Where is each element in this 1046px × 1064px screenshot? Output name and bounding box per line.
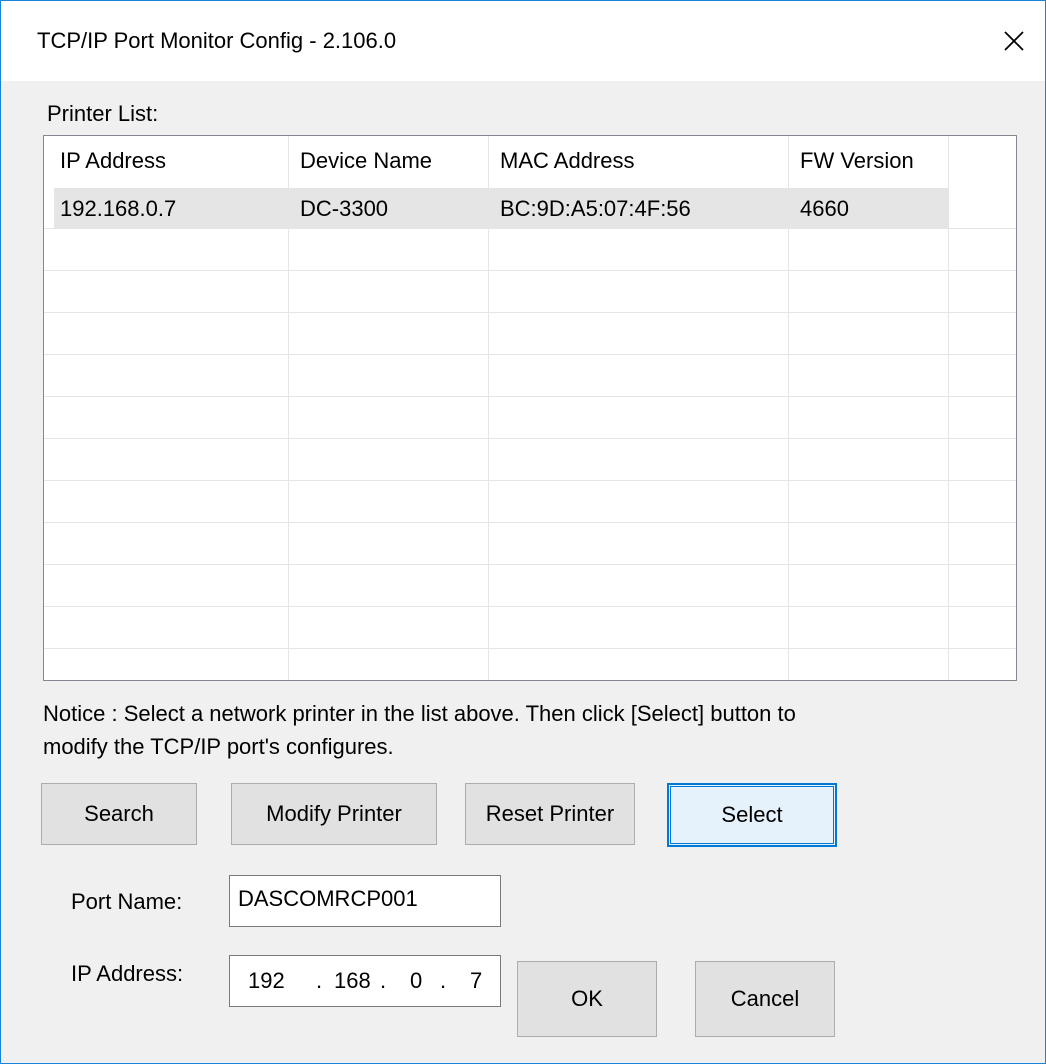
row-divider — [44, 270, 1016, 271]
close-button[interactable] — [983, 1, 1045, 81]
printer-list[interactable]: IP Address Device Name MAC Address FW Ve… — [43, 135, 1017, 681]
ip-octet-1[interactable]: 192 — [248, 956, 285, 1006]
column-header-fw-version[interactable]: FW Version — [800, 148, 914, 174]
cell-mac-address: BC:9D:A5:07:4F:56 — [500, 196, 691, 221]
column-header-ip-address[interactable]: IP Address — [60, 148, 166, 174]
ip-address-label: IP Address: — [71, 961, 184, 986]
notice-line-2: modify the TCP/IP port's configures. — [43, 734, 394, 759]
column-divider — [488, 136, 489, 680]
column-divider — [288, 136, 289, 680]
window-title: TCP/IP Port Monitor Config - 2.106.0 — [37, 28, 397, 53]
cell-fw-version: 4660 — [800, 196, 849, 221]
notice-line-1: Notice : Select a network printer in the… — [43, 701, 796, 726]
ip-octet-2[interactable]: 168 — [334, 956, 371, 1006]
list-header: IP Address Device Name MAC Address FW Ve… — [44, 136, 1016, 188]
cell-device-name: DC-3300 — [300, 196, 389, 221]
row-divider — [44, 438, 1016, 439]
row-divider — [44, 522, 1016, 523]
printer-list-label: Printer List: — [47, 101, 159, 126]
select-button[interactable]: Select — [667, 783, 837, 847]
modify-printer-button[interactable]: Modify Printer — [231, 783, 437, 845]
row-divider — [44, 396, 1016, 397]
title-bar: TCP/IP Port Monitor Config - 2.106.0 — [1, 1, 1045, 81]
row-divider — [44, 606, 1016, 607]
search-button[interactable]: Search — [41, 783, 197, 845]
dialog-window: TCP/IP Port Monitor Config - 2.106.0 Pri… — [0, 0, 1046, 1064]
port-name-label: Port Name: — [71, 889, 183, 914]
ok-button[interactable]: OK — [517, 961, 657, 1037]
ip-octet-3[interactable]: 0 — [410, 956, 422, 1006]
column-header-mac-address[interactable]: MAC Address — [500, 148, 635, 174]
close-icon — [1004, 31, 1024, 51]
cancel-button[interactable]: Cancel — [695, 961, 835, 1037]
row-divider — [44, 312, 1016, 313]
row-divider — [44, 564, 1016, 565]
row-divider — [44, 480, 1016, 481]
ip-dot-2: . — [380, 968, 387, 993]
column-header-device-name[interactable]: Device Name — [300, 148, 432, 174]
ip-octet-4[interactable]: 7 — [470, 956, 482, 1006]
column-divider — [788, 136, 789, 680]
row-divider — [44, 354, 1016, 355]
port-name-input[interactable]: DASCOMRCP001 — [229, 875, 501, 927]
row-divider — [44, 228, 1016, 229]
cell-ip-address: 192.168.0.7 — [60, 196, 177, 221]
ip-dot-3: . — [440, 968, 447, 993]
reset-printer-button[interactable]: Reset Printer — [465, 783, 635, 845]
row-divider — [44, 648, 1016, 649]
column-divider — [948, 136, 949, 680]
ip-address-input[interactable]: 192 . 168 . 0 . 7 — [229, 955, 501, 1007]
ip-dot-1: . — [316, 968, 323, 993]
